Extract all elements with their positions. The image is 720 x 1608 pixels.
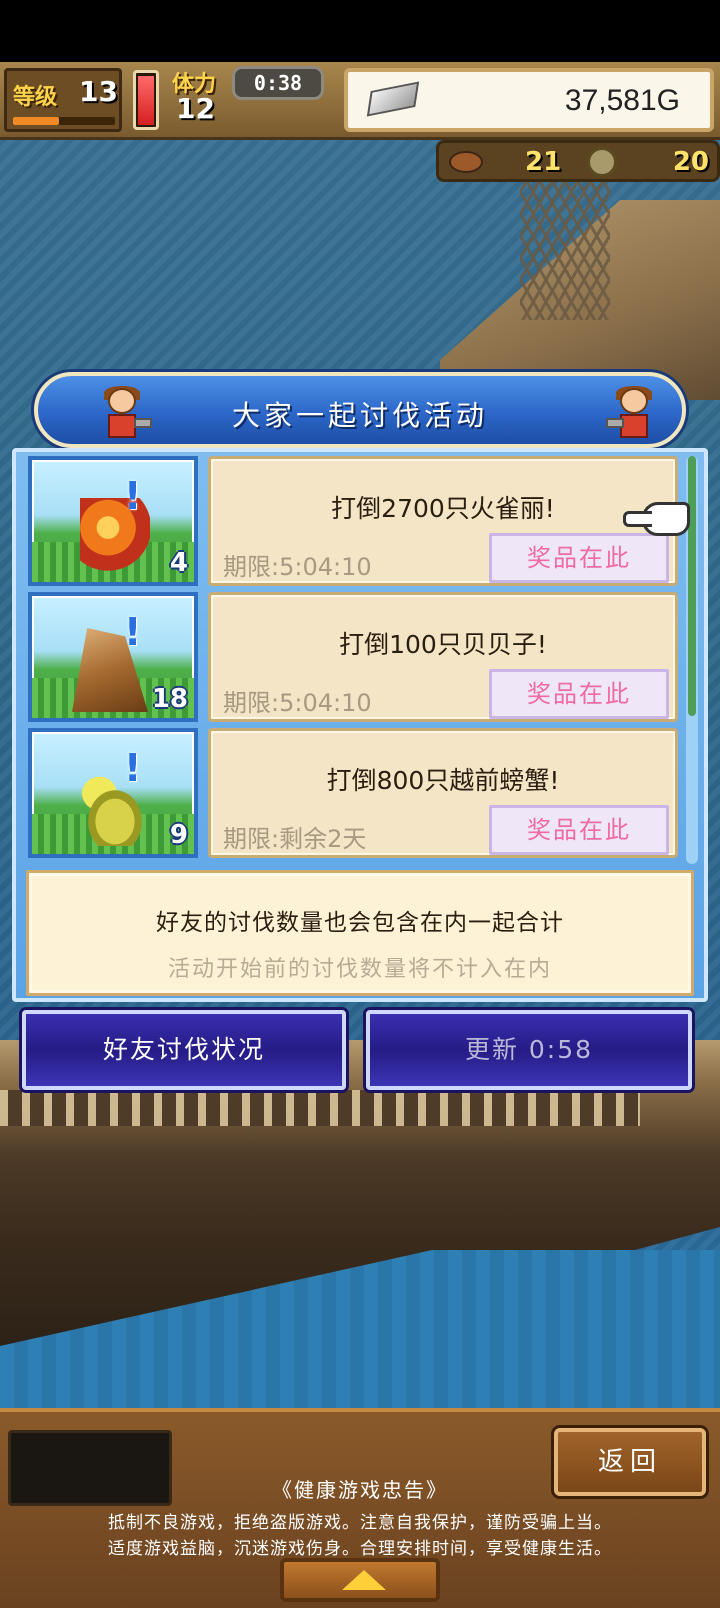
- mission-deadline: 期限:5:04:10: [223, 553, 372, 581]
- scrollbar-thumb[interactable]: [688, 456, 696, 716]
- gold-panel[interactable]: 37,581G: [344, 68, 714, 132]
- status-bar: [0, 0, 720, 62]
- mission-count: 9: [169, 820, 188, 850]
- stamina-timer: 0:38: [232, 66, 324, 100]
- level-value: 13: [79, 75, 118, 108]
- level-box: 等级 13: [4, 68, 122, 132]
- note-sub-text: 活动开始前的讨伐数量将不计入在内: [167, 957, 552, 982]
- mission-card: 打倒2700只火雀丽! 期限:5:04:10 奖品在此: [208, 456, 678, 586]
- resource-counters: 21 20: [436, 140, 720, 182]
- mission-item: ! 4 打倒2700只火雀丽! 期限:5:04:10 奖品在此: [26, 454, 682, 588]
- pointer-hand-icon: [623, 502, 690, 536]
- silver-ingot-icon: [366, 81, 420, 117]
- alert-icon: !: [124, 610, 142, 654]
- refresh-button[interactable]: 更新 0:58: [366, 1010, 692, 1090]
- mission-item: ! 18 打倒100只贝贝子! 期限:5:04:10 奖品在此: [26, 590, 682, 724]
- dialog-title: 大家一起讨伐活动: [231, 399, 488, 432]
- mission-text: 打倒800只越前螃蟹!: [326, 766, 560, 795]
- stamina-gauge: [133, 70, 159, 130]
- reward-button[interactable]: 奖品在此: [489, 669, 669, 719]
- medal-count: 20: [672, 147, 709, 177]
- ship-railing: [0, 1090, 640, 1126]
- level-progress-bar: [13, 117, 115, 125]
- mission-deadline: 期限:5:04:10: [223, 689, 372, 717]
- dialog-body: ! 4 打倒2700只火雀丽! 期限:5:04:10 奖品在此 ! 18 打倒1…: [12, 448, 708, 1002]
- level-progress-fill: [13, 117, 59, 125]
- mission-thumbnail[interactable]: ! 9: [28, 728, 198, 858]
- meat-icon: [449, 151, 483, 173]
- gold-value: 37,581G: [564, 84, 680, 117]
- note-box: 好友的讨伐数量也会包含在内一起合计 活动开始前的讨伐数量将不计入在内: [26, 870, 694, 996]
- mission-count: 4: [169, 548, 188, 578]
- mission-count: 18: [151, 684, 188, 714]
- mission-deadline: 期限:剩余2天: [223, 825, 367, 853]
- bottom-panel: 返回 《健康游戏忠告》 抵制不良游戏，拒绝盗版游戏。注意自我保护，谨防受骗上当。…: [0, 1408, 720, 1608]
- mission-thumbnail[interactable]: ! 18: [28, 592, 198, 722]
- level-label: 等级: [13, 85, 58, 110]
- arrow-up-icon: [342, 1570, 386, 1590]
- advisory-title: 《健康游戏忠告》: [272, 1478, 448, 1502]
- mission-text: 打倒2700只火雀丽!: [331, 494, 555, 523]
- mission-item: ! 9 打倒800只越前螃蟹! 期限:剩余2天 奖品在此: [26, 726, 682, 860]
- meat-count: 21: [525, 147, 562, 177]
- dialog-header: 大家一起讨伐活动: [34, 372, 686, 448]
- mission-text: 打倒100只贝贝子!: [339, 630, 547, 659]
- mascot-right-icon: [606, 386, 662, 442]
- alert-icon: !: [124, 746, 142, 790]
- reward-button[interactable]: 奖品在此: [489, 533, 669, 583]
- top-hud: 等级 13 体力 12 0:38 37,581G: [0, 62, 720, 140]
- medal-icon: [587, 147, 617, 177]
- advisory-line: 抵制不良游戏，拒绝盗版游戏。注意自我保护，谨防受骗上当。: [108, 1513, 612, 1533]
- expand-menu-button[interactable]: [280, 1558, 440, 1602]
- stamina-gauge-fill: [138, 76, 154, 125]
- alert-icon: !: [124, 474, 142, 518]
- mission-card: 打倒800只越前螃蟹! 期限:剩余2天 奖品在此: [208, 728, 678, 858]
- advisory-line: 适度游戏益脑，沉迷游戏伤身。合理安排时间，享受健康生活。: [108, 1539, 612, 1559]
- note-main-text: 好友的讨伐数量也会包含在内一起合计: [156, 910, 564, 936]
- mission-list[interactable]: ! 4 打倒2700只火雀丽! 期限:5:04:10 奖品在此 ! 18 打倒1…: [26, 454, 682, 866]
- crab-icon: [76, 776, 154, 846]
- mission-thumbnail[interactable]: ! 4: [28, 456, 198, 586]
- stamina-value: 12: [176, 92, 215, 125]
- friends-status-button[interactable]: 好友讨伐状况: [22, 1010, 346, 1090]
- mission-card: 打倒100只贝贝子! 期限:5:04:10 奖品在此: [208, 592, 678, 722]
- reward-button[interactable]: 奖品在此: [489, 805, 669, 855]
